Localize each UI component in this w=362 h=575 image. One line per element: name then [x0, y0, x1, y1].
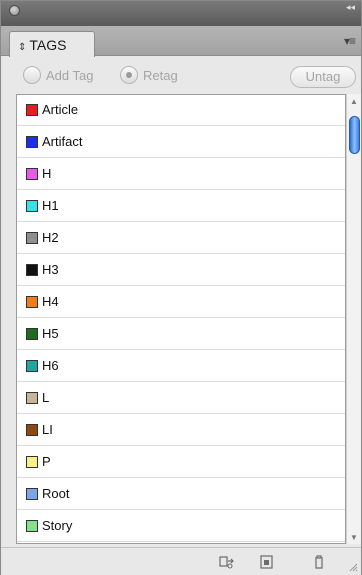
tag-color-swatch [26, 488, 38, 500]
tag-row[interactable]: H5 [17, 319, 345, 350]
tag-color-swatch [26, 360, 38, 372]
tab-arrows-icon: ⇕ [18, 42, 27, 53]
tag-color-swatch [26, 232, 38, 244]
tag-label: H6 [42, 358, 59, 373]
tag-label: P [42, 454, 51, 469]
tag-color-swatch [26, 264, 38, 276]
retag-label: Retag [143, 68, 178, 83]
panel-titlebar[interactable]: ◂◂ [1, 1, 361, 26]
tag-label: H [42, 166, 52, 181]
tag-color-swatch [26, 424, 38, 436]
scroll-up-icon[interactable]: ▲ [350, 97, 358, 106]
tag-color-swatch [26, 168, 38, 180]
add-tag-radio[interactable] [23, 66, 41, 84]
tag-color-swatch [26, 328, 38, 340]
tab-label: TAGS [29, 37, 67, 53]
scrollbar[interactable]: ▲ ▼ [346, 94, 361, 544]
tag-color-swatch [26, 520, 38, 532]
tab-strip: ⇕ TAGS ▾≡ [1, 26, 361, 57]
tag-row[interactable]: H3 [17, 255, 345, 286]
tag-label: L [42, 390, 50, 405]
tag-row[interactable]: H4 [17, 287, 345, 318]
untag-button[interactable]: Untag [290, 66, 356, 88]
tag-label: Story [42, 518, 73, 533]
tag-row[interactable]: Story [17, 511, 345, 542]
tag-row[interactable]: H [17, 159, 345, 190]
tag-label: LI [42, 422, 53, 437]
add-tag-label: Add Tag [46, 68, 94, 83]
panel-bottom-bar [1, 547, 361, 575]
tag-label: Artifact [42, 134, 83, 149]
tag-label: H2 [42, 230, 59, 245]
tag-row[interactable]: H1 [17, 191, 345, 222]
tag-row[interactable]: H6 [17, 351, 345, 382]
new-tag-icon[interactable] [259, 554, 275, 570]
tag-label: H5 [42, 326, 59, 341]
close-icon[interactable] [9, 5, 20, 16]
tag-label: H4 [42, 294, 59, 309]
tags-panel: ◂◂ ⇕ TAGS ▾≡ Add Tag Retag Untag Article A… [0, 0, 362, 575]
delete-tag-icon[interactable] [311, 554, 327, 570]
tag-color-swatch [26, 392, 38, 404]
tag-row[interactable]: Article [17, 95, 345, 126]
tag-row[interactable]: Root [17, 479, 345, 510]
map-styles-to-tags-icon[interactable] [219, 554, 235, 570]
tag-color-swatch [26, 136, 38, 148]
tag-toolbar: Add Tag Retag Untag [1, 57, 361, 93]
tag-color-swatch [26, 104, 38, 116]
tab-tags[interactable]: ⇕ TAGS [9, 31, 95, 57]
tag-row[interactable]: Artifact [17, 127, 345, 158]
scroll-thumb[interactable] [349, 116, 360, 154]
tag-color-swatch [26, 200, 38, 212]
tag-color-swatch [26, 456, 38, 468]
retag-radio[interactable] [120, 66, 138, 84]
panel-menu-icon[interactable]: ▾≡ [344, 34, 356, 48]
resize-grip-icon[interactable] [348, 562, 358, 572]
tag-row[interactable]: LI [17, 415, 345, 446]
collapse-icon[interactable]: ◂◂ [346, 3, 355, 12]
tag-label: H3 [42, 262, 59, 277]
scroll-down-icon[interactable]: ▼ [350, 533, 358, 542]
tag-label: Root [42, 486, 70, 501]
tag-color-swatch [26, 296, 38, 308]
tag-row[interactable]: H2 [17, 223, 345, 254]
tag-label: H1 [42, 198, 59, 213]
tag-label: Article [42, 102, 79, 117]
tag-row[interactable]: L [17, 383, 345, 414]
tag-list: Article Artifact H H1 H2 H3 H4 H5 H6 L LI P Root Stor… [16, 94, 346, 544]
tag-row[interactable]: P [17, 447, 345, 478]
